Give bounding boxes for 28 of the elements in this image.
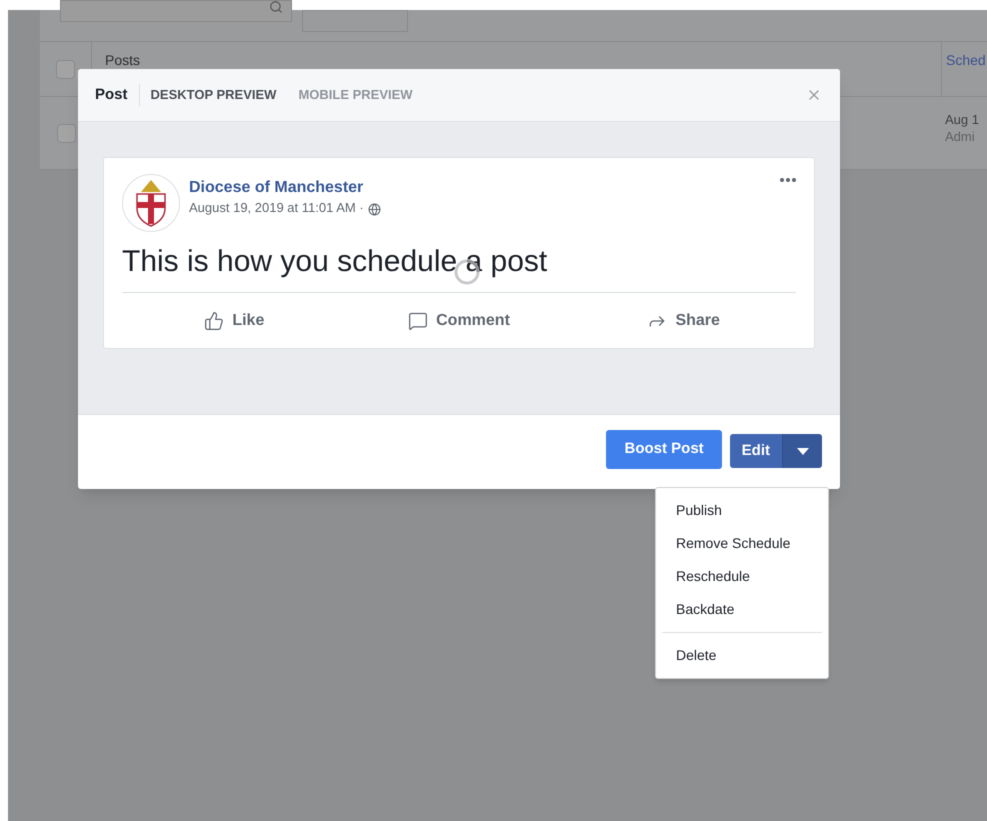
table-cell-text: Aug 1: [945, 111, 980, 128]
caret-icon: [796, 448, 808, 454]
page-name-link[interactable]: Diocese of Manchester: [189, 178, 381, 198]
menu-item[interactable]: Publish: [656, 494, 828, 527]
tab[interactable]: DESKTOP PREVIEW: [150, 85, 276, 105]
post-timestamp[interactable]: August 19, 2019 at 11:01 AM ·: [189, 198, 364, 218]
edit-button[interactable]: Edit: [730, 434, 783, 468]
speech-bubble-icon: [408, 310, 428, 330]
post-action-button[interactable]: Like: [122, 308, 347, 332]
menu-item[interactable]: Remove Schedule: [656, 527, 828, 560]
post-action-button[interactable]: Share: [571, 308, 796, 332]
more-options-icon[interactable]: [780, 178, 796, 182]
globe-icon: [368, 202, 381, 216]
menu-item[interactable]: Reschedule: [656, 560, 828, 593]
dropdown-toggle-button[interactable]: [783, 434, 822, 468]
table-cell-text: Admi: [945, 128, 976, 145]
column-header: Posts: [105, 52, 140, 68]
checkbox[interactable]: [56, 124, 76, 142]
menu-item[interactable]: Delete: [656, 639, 828, 672]
search-field[interactable]: [60, 0, 292, 22]
checkbox[interactable]: [56, 60, 75, 78]
filter-dropdown[interactable]: [302, 10, 408, 32]
thumbs-up-icon: [204, 310, 224, 330]
tab[interactable]: Post: [95, 84, 128, 106]
post-action-button[interactable]: Comment: [346, 308, 572, 332]
menu-item[interactable]: Backdate: [656, 593, 828, 626]
boost-post-button[interactable]: Boost Post: [606, 430, 722, 468]
search-icon: [269, 0, 283, 14]
